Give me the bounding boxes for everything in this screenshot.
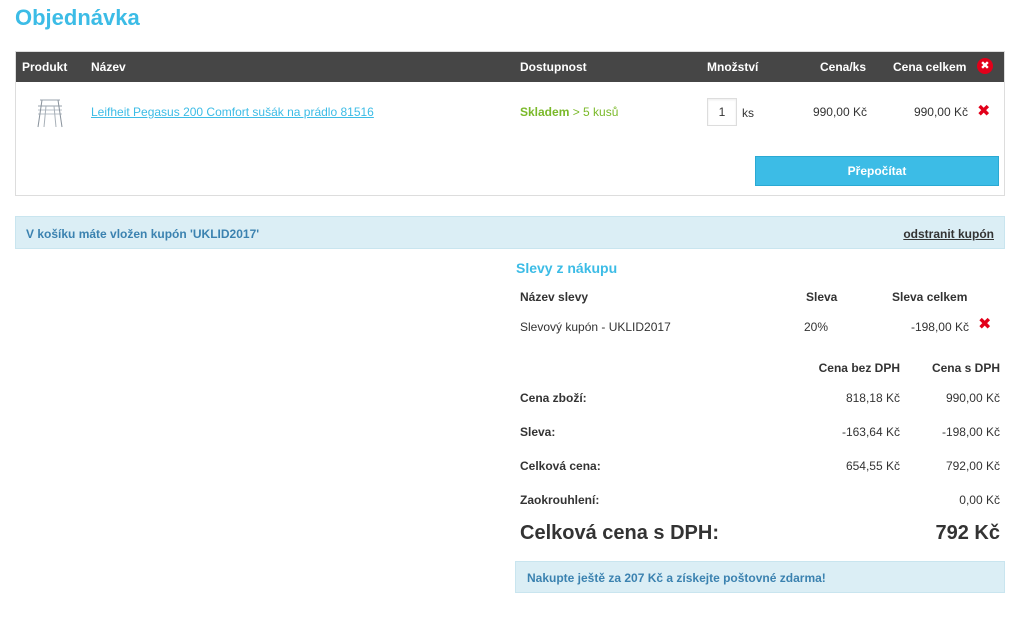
quantity-unit: ks — [742, 106, 754, 120]
free-shipping-text: Nakupte ještě za 207 Kč a získejte pošto… — [527, 571, 826, 585]
cart-table: Produkt Název Dostupnost Množství Cena/k… — [15, 51, 1005, 196]
discounts-title: Slevy z nákupu — [516, 260, 618, 276]
summary-label-total: Celková cena: — [520, 459, 601, 473]
summary-discount-with-vat: -198,00 Kč — [941, 425, 1000, 439]
summary-total-with-vat: 792,00 Kč — [945, 459, 1000, 473]
item-total-price: 990,00 Kč — [913, 105, 968, 119]
remove-discount-icon[interactable]: ✖ — [978, 314, 991, 334]
cart-table-header: Produkt Název Dostupnost Množství Cena/k… — [16, 52, 1004, 82]
summary-label-discount: Sleva: — [520, 425, 556, 439]
summary-goods-with-vat: 990,00 Kč — [945, 391, 1000, 405]
stock-count: > 5 kusů — [572, 105, 619, 119]
cart-item-row: Leifheit Pegasus 200 Comfort sušák na pr… — [16, 82, 1004, 142]
discount-name-header: Název slevy — [520, 290, 589, 304]
product-thumbnail[interactable] — [32, 94, 68, 130]
summary-header-without-vat: Cena bez DPH — [818, 361, 900, 375]
remove-coupon-link[interactable]: odstranit kupón — [903, 227, 994, 241]
discount-name: Slevový kupón - UKLID2017 — [520, 320, 671, 334]
summary-label-goods: Cena zboží: — [520, 391, 587, 405]
column-header-quantity: Množství — [707, 60, 759, 74]
coupon-notice: V košíku máte vložen kupón 'UKLID2017' o… — [15, 216, 1005, 249]
drying-rack-image — [37, 99, 63, 128]
column-header-total-price: Cena celkem — [893, 60, 967, 74]
remove-item-icon[interactable]: ✖ — [977, 101, 990, 121]
product-name-link[interactable]: Leifheit Pegasus 200 Comfort sušák na pr… — [91, 105, 374, 119]
column-header-name: Název — [91, 60, 126, 74]
stock-status: Skladem — [520, 105, 570, 119]
free-shipping-notice: Nakupte ještě za 207 Kč a získejte pošto… — [515, 561, 1005, 593]
grand-total-label: Celková cena s DPH: — [520, 522, 719, 544]
column-header-availability: Dostupnost — [520, 60, 587, 74]
column-header-unit-price: Cena/ks — [820, 60, 867, 74]
discount-percent: 20% — [804, 320, 829, 334]
page-title: Objednávka — [15, 5, 140, 30]
recalculate-button[interactable]: Přepočítat — [755, 156, 999, 186]
summary-header-with-vat: Cena s DPH — [931, 361, 1000, 375]
clear-cart-icon[interactable]: ✖ — [977, 58, 993, 74]
availability: Skladem > 5 kusů — [520, 105, 618, 119]
quantity-input[interactable] — [707, 98, 737, 126]
summary-total-without-vat: 654,55 Kč — [845, 459, 900, 473]
unit-price: 990,00 Kč — [812, 105, 867, 119]
discount-header: Sleva — [806, 290, 838, 304]
discount-total-header: Sleva celkem — [892, 290, 968, 304]
summary-rounding-with-vat: 0,00 Kč — [959, 493, 1000, 507]
summary-discount-without-vat: -163,64 Kč — [841, 425, 900, 439]
grand-total-value: 792 Kč — [935, 522, 1001, 544]
discount-amount: -198,00 Kč — [910, 320, 969, 334]
summary-goods-without-vat: 818,18 Kč — [845, 391, 900, 405]
summary-label-rounding: Zaokrouhlení: — [520, 493, 600, 507]
coupon-text: V košíku máte vložen kupón 'UKLID2017' — [26, 227, 260, 241]
column-header-product: Produkt — [22, 60, 68, 74]
